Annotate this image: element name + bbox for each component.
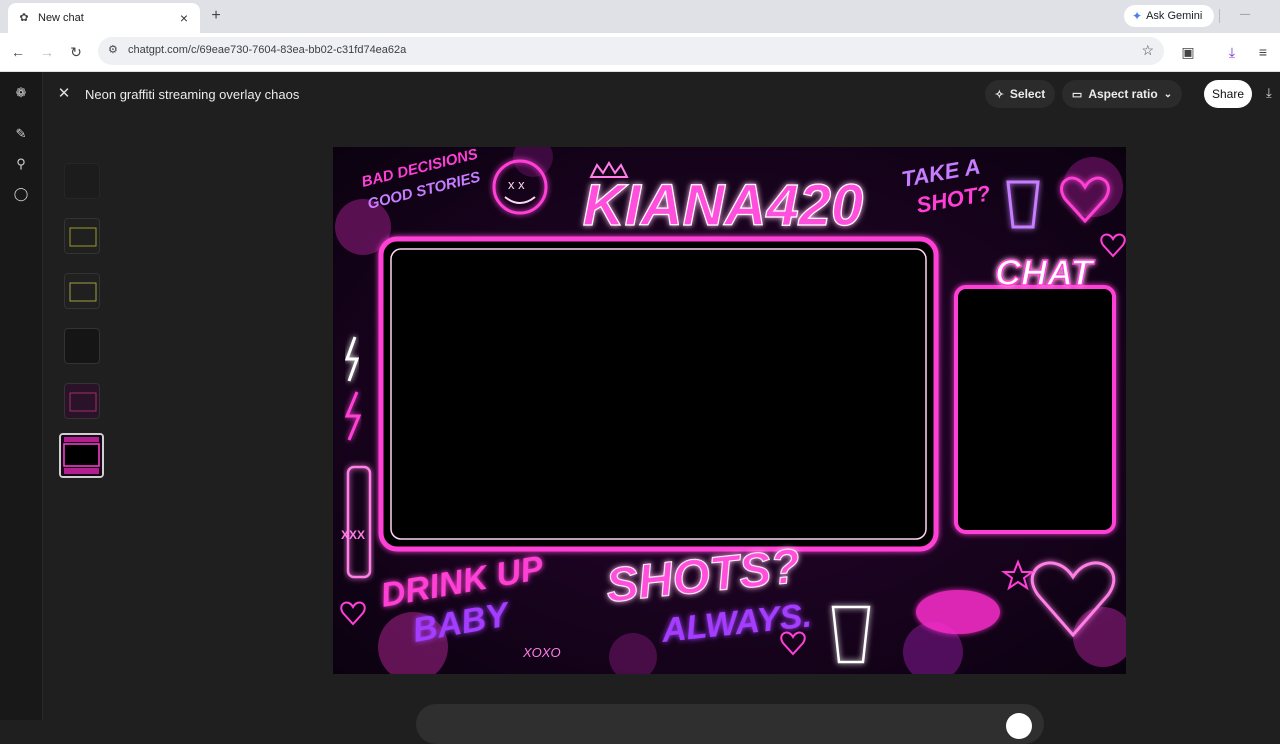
bookmark-star-icon[interactable]: ☆ (1141, 42, 1154, 59)
chat-frame (954, 285, 1116, 534)
browser-toolbar: ← → ↻ ⚙ chatgpt.com/c/69eae730-7604-83ea… (0, 33, 1280, 72)
download-image-icon[interactable]: ⤓ (1266, 85, 1280, 101)
thumbnail-2[interactable] (64, 218, 100, 254)
minimize-icon[interactable]: — (1238, 8, 1252, 22)
ask-gemini-label: Ask Gemini (1146, 10, 1203, 22)
aspect-ratio-label: Aspect ratio (1088, 87, 1158, 101)
share-button[interactable]: Share (1204, 80, 1252, 108)
thumbnail-6-selected[interactable] (59, 433, 104, 478)
send-button[interactable] (1006, 713, 1032, 739)
site-info-icon[interactable]: ⚙ (108, 43, 122, 57)
chatgpt-favicon-icon: ✿ (19, 12, 29, 24)
thumbnail-5[interactable] (64, 383, 100, 419)
back-arrow-icon[interactable]: ← (9, 43, 27, 61)
openai-logo-icon[interactable]: ❁ (12, 84, 30, 102)
new-chat-icon[interactable]: ✎ (12, 125, 30, 143)
xxx-text: XXX (341, 528, 365, 542)
reload-icon[interactable]: ↻ (67, 43, 85, 61)
close-icon[interactable]: ✕ (56, 86, 72, 102)
aspect-ratio-icon: ▭ (1071, 88, 1083, 101)
thumbnail-6-preview (61, 435, 102, 476)
thumbnail-2-preview (69, 227, 97, 247)
kiana-title: KIANA420 (583, 173, 863, 238)
select-label: Select (1009, 87, 1046, 101)
generated-overlay-image[interactable]: KIANA420 BAD DECISIONS GOOD STORIES x x … (333, 137, 1133, 682)
tab-search-icon[interactable]: ▣ (1179, 43, 1197, 61)
gemini-sparkle-icon: ✦ (1132, 9, 1143, 23)
chevron-down-icon: ⌄ (1163, 88, 1173, 100)
image-editor-header: ✕ Neon graffiti streaming overlay chaos … (42, 72, 1280, 118)
prompt-input-box[interactable] (416, 704, 1044, 744)
browser-tab-strip: ✿ New chat × + ✦ Ask Gemini — (0, 0, 1280, 33)
thumbnail-1[interactable] (64, 163, 100, 199)
thumbnail-4[interactable] (64, 328, 100, 364)
aspect-ratio-button[interactable]: ▭ Aspect ratio ⌄ (1062, 80, 1182, 108)
ask-gemini-button[interactable]: ✦ Ask Gemini (1124, 5, 1214, 27)
chat-label: CHAT (995, 252, 1095, 293)
reading-list-icon[interactable]: ≡ (1254, 43, 1272, 61)
svg-text:x x: x x (508, 177, 525, 192)
lips-icon (916, 590, 1000, 634)
new-tab-button[interactable]: + (207, 7, 225, 25)
tab-close-icon[interactable]: × (176, 10, 192, 26)
thumbnail-5-preview (69, 392, 97, 412)
tab-title: New chat (38, 12, 84, 24)
select-wand-icon: ✧ (994, 88, 1004, 101)
tab-new-chat[interactable]: ✿ New chat × (8, 3, 200, 33)
window-divider (1219, 9, 1220, 23)
thumbnail-3-preview (69, 282, 97, 302)
address-bar[interactable]: ⚙ chatgpt.com/c/69eae730-7604-83ea-bb02-… (98, 37, 1164, 65)
forward-arrow-icon[interactable]: → (38, 43, 56, 61)
xoxo-text: XOXO (522, 645, 561, 660)
overlay-artwork: KIANA420 BAD DECISIONS GOOD STORIES x x … (333, 137, 1133, 682)
search-icon[interactable]: ⚲ (12, 155, 30, 173)
chat-bubble-icon[interactable]: ◯ (12, 185, 30, 203)
page-title: Neon graffiti streaming overlay chaos (85, 87, 300, 102)
download-icon[interactable]: ⤓ (1223, 43, 1241, 61)
thumbnail-3[interactable] (64, 273, 100, 309)
select-button[interactable]: ✧ Select (985, 80, 1055, 108)
left-rail: ❁ ✎ ⚲ ◯ (0, 72, 43, 720)
url-text[interactable]: chatgpt.com/c/69eae730-7604-83ea-bb02-c3… (128, 44, 406, 56)
main-camera-frame (378, 236, 939, 552)
